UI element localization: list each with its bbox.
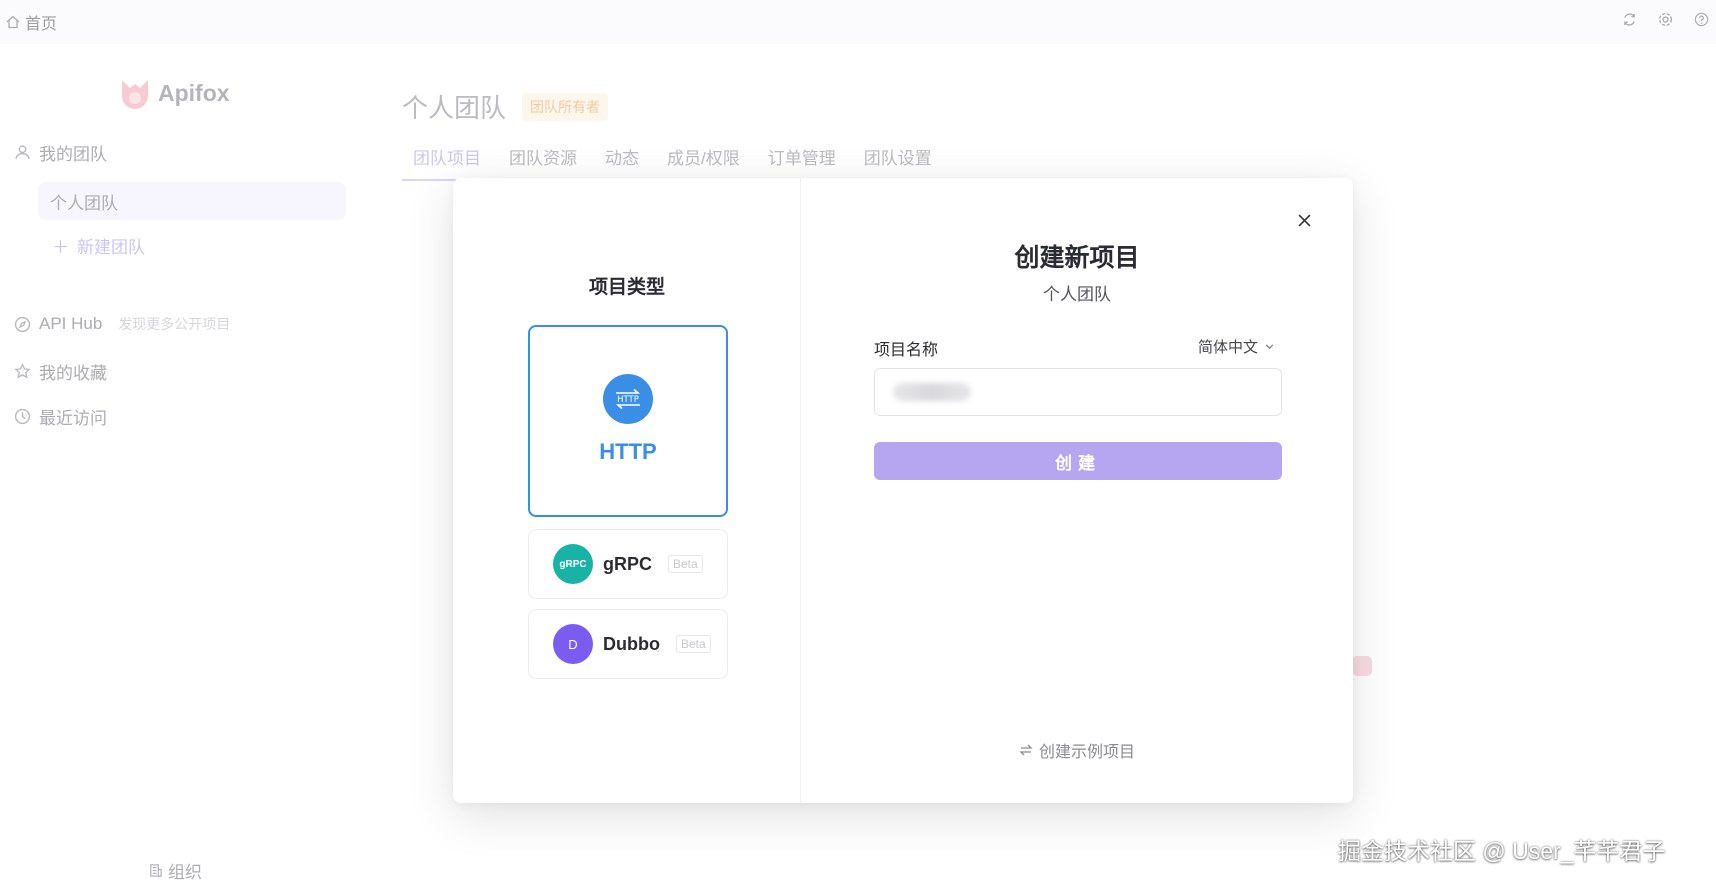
close-icon xyxy=(1298,214,1310,226)
type-card-grpc[interactable]: gRPC gRPC Beta xyxy=(528,529,728,599)
blurred-input-text xyxy=(893,383,971,401)
type-name-grpc: gRPC xyxy=(603,553,652,574)
project-type-title: 项目类型 xyxy=(588,277,665,298)
language-value: 简体中文 xyxy=(1197,339,1258,356)
http-icon-text: HTTP xyxy=(617,395,639,405)
chevron-down-icon xyxy=(1265,344,1274,350)
create-project-dialog: 项目类型 HTTP HTTP gRPC gRPC Beta D Dubbo Be… xyxy=(453,178,1353,803)
project-type-panel: 项目类型 HTTP HTTP gRPC gRPC Beta D Dubbo Be… xyxy=(453,178,801,803)
type-card-dubbo[interactable]: D Dubbo Beta xyxy=(528,609,728,679)
swap-icon xyxy=(1019,744,1033,756)
type-name-http: HTTP xyxy=(599,439,657,464)
type-card-http[interactable]: HTTP HTTP xyxy=(528,325,728,517)
grpc-icon-text: gRPC xyxy=(559,558,587,570)
dubbo-icon-text: D xyxy=(568,636,578,652)
example-link-label: 创建示例项目 xyxy=(1038,744,1135,761)
create-example-project-link[interactable]: 创建示例项目 xyxy=(801,738,1353,762)
type-name-dubbo: Dubbo xyxy=(603,633,660,654)
beta-badge: Beta xyxy=(668,555,703,573)
dialog-title: 创建新项目 xyxy=(1014,244,1140,272)
dialog-subtitle: 个人团队 xyxy=(1043,285,1111,304)
http-icon: HTTP xyxy=(603,374,653,424)
language-select[interactable]: 简体中文 xyxy=(1198,336,1275,357)
grpc-icon: gRPC xyxy=(553,544,593,584)
project-name-label: 项目名称 xyxy=(874,342,939,359)
close-button[interactable] xyxy=(1295,211,1313,229)
dubbo-icon: D xyxy=(553,624,593,664)
create-button[interactable]: 创建 xyxy=(874,442,1282,480)
watermark: 掘金技术社区 @ User_芊芊君子 xyxy=(1338,838,1666,864)
beta-badge: Beta xyxy=(675,635,711,653)
create-project-form: 创建新项目 个人团队 项目名称 简体中文 创建 创建示例项目 xyxy=(801,178,1353,803)
